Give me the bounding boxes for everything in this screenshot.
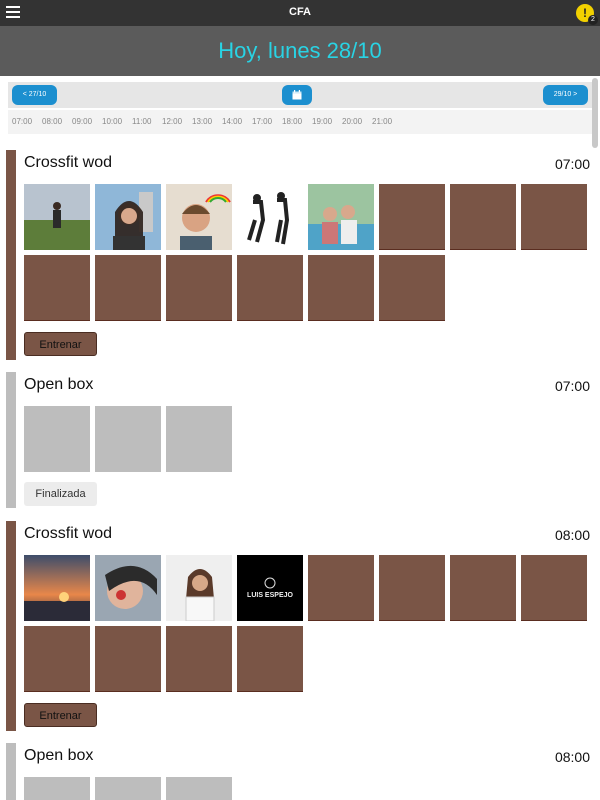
athlete-photo bbox=[166, 184, 232, 250]
athlete-avatar[interactable] bbox=[166, 555, 232, 622]
class-time: 08:00 bbox=[554, 749, 590, 765]
empty-slot bbox=[450, 184, 516, 250]
class-status-bar bbox=[6, 521, 16, 731]
empty-slot bbox=[521, 184, 587, 250]
time-slot[interactable]: 21:00 bbox=[372, 117, 392, 126]
empty-slot bbox=[379, 555, 445, 621]
class-card: Open box 08:00 bbox=[6, 743, 596, 800]
empty-slot bbox=[166, 255, 232, 321]
time-slot[interactable]: 11:00 bbox=[132, 117, 151, 126]
class-name: Open box bbox=[24, 747, 94, 764]
empty-slot bbox=[166, 777, 232, 800]
date-navigation: < 27/10 29/10 > bbox=[8, 82, 592, 108]
athlete-avatar[interactable] bbox=[24, 184, 90, 250]
page-header: Hoy, lunes 28/10 bbox=[0, 26, 600, 76]
empty-slot bbox=[24, 255, 90, 321]
time-slot[interactable]: 20:00 bbox=[342, 117, 362, 126]
empty-slot bbox=[237, 626, 303, 692]
empty-slot bbox=[450, 555, 516, 621]
empty-slot bbox=[521, 555, 587, 621]
class-card: Open box 07:00 Finalizada bbox=[6, 372, 596, 508]
class-name: Crossfit wod bbox=[24, 154, 113, 171]
empty-slot bbox=[24, 777, 90, 800]
calendar-button[interactable] bbox=[282, 85, 312, 105]
athlete-avatar[interactable] bbox=[237, 184, 303, 250]
time-slot[interactable]: 18:00 bbox=[282, 117, 302, 126]
empty-slot bbox=[379, 184, 445, 250]
athlete-avatar[interactable] bbox=[95, 555, 161, 621]
scrollbar-thumb[interactable] bbox=[592, 78, 598, 148]
empty-slot bbox=[166, 406, 232, 472]
empty-slot bbox=[308, 555, 374, 621]
time-slot[interactable]: 12:00 bbox=[162, 117, 182, 126]
athlete-photo bbox=[95, 184, 161, 250]
class-time: 07:00 bbox=[554, 156, 590, 172]
time-slot[interactable]: 09:00 bbox=[72, 117, 92, 126]
time-slot[interactable]: 13:00 bbox=[192, 117, 212, 126]
alert-glyph: ! bbox=[583, 6, 587, 20]
time-slot[interactable]: 07:00 bbox=[12, 117, 32, 126]
athlete-photo bbox=[237, 184, 303, 250]
finished-button[interactable]: Finalizada bbox=[24, 482, 97, 506]
prev-day-button[interactable]: < 27/10 bbox=[12, 85, 57, 105]
athlete-avatar[interactable] bbox=[95, 184, 161, 250]
class-status-bar bbox=[6, 372, 16, 508]
train-button[interactable]: Entrenar bbox=[24, 332, 97, 356]
athlete-logo: LUIS ESPEJO bbox=[247, 577, 294, 599]
time-slot[interactable]: 10:00 bbox=[102, 117, 122, 126]
athlete-photo bbox=[166, 555, 232, 622]
athlete-avatar[interactable]: LUIS ESPEJO bbox=[237, 555, 303, 621]
class-card: Crossfit wod 07:00 Entrenar bbox=[6, 150, 596, 360]
empty-slot bbox=[24, 406, 90, 472]
athlete-avatar[interactable] bbox=[166, 184, 232, 250]
athlete-avatar[interactable] bbox=[24, 555, 90, 621]
app-title: CFA bbox=[289, 6, 311, 18]
athlete-photo bbox=[24, 555, 90, 621]
top-bar: CFA ! 2 bbox=[0, 0, 600, 26]
empty-slot bbox=[95, 777, 161, 800]
time-slot[interactable]: 08:00 bbox=[42, 117, 62, 126]
class-name: Open box bbox=[24, 376, 94, 393]
athlete-avatar[interactable] bbox=[308, 184, 374, 250]
calendar-icon bbox=[292, 90, 302, 100]
class-card: Crossfit wod 08:00 LUIS ESPEJO Entrenar bbox=[6, 521, 596, 731]
class-status-bar bbox=[6, 743, 16, 800]
empty-slot bbox=[95, 406, 161, 472]
time-slot[interactable]: 17:00 bbox=[252, 117, 272, 126]
athlete-photo bbox=[308, 184, 374, 250]
athlete-photo bbox=[95, 555, 161, 621]
class-time: 07:00 bbox=[554, 378, 590, 394]
logo-text: LUIS ESPEJO bbox=[247, 592, 293, 599]
class-time: 08:00 bbox=[554, 527, 590, 543]
class-status-bar bbox=[6, 150, 16, 360]
time-slot[interactable]: 14:00 bbox=[222, 117, 242, 126]
page-title: Hoy, lunes 28/10 bbox=[218, 38, 382, 63]
athlete-photo bbox=[24, 184, 90, 250]
empty-slot bbox=[379, 255, 445, 321]
alert-count-badge: 2 bbox=[588, 15, 598, 25]
time-slot-bar: 07:00 08:00 09:00 10:00 11:00 12:00 13:0… bbox=[8, 110, 592, 134]
class-name: Crossfit wod bbox=[24, 525, 113, 542]
alert-icon[interactable]: ! 2 bbox=[576, 4, 598, 25]
empty-slot bbox=[95, 255, 161, 321]
empty-slot bbox=[166, 626, 232, 692]
empty-slot bbox=[308, 255, 374, 321]
empty-slot bbox=[24, 626, 90, 692]
empty-slot bbox=[237, 255, 303, 321]
empty-slot bbox=[95, 626, 161, 692]
time-slot[interactable]: 19:00 bbox=[312, 117, 332, 126]
train-button[interactable]: Entrenar bbox=[24, 703, 97, 727]
next-day-button[interactable]: 29/10 > bbox=[543, 85, 588, 105]
